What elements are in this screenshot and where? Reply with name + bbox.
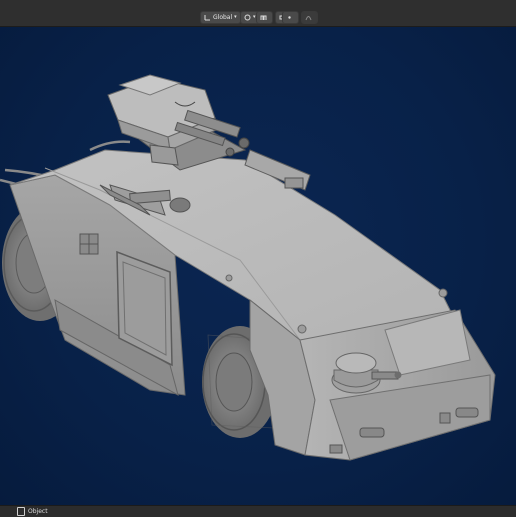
- orientation-icon: [204, 14, 211, 21]
- falloff-icon: [305, 14, 312, 21]
- status-bar: Object: [0, 505, 516, 517]
- proportional-edit-toggle[interactable]: [282, 10, 299, 24]
- transform-orientation-label: Global: [213, 13, 233, 21]
- proportional-edit-group: [282, 10, 318, 24]
- viewport-header: Global ▾ ▾ ▾: [0, 0, 516, 27]
- object-mode-label: Object: [28, 508, 48, 515]
- apc-model[interactable]: [0, 27, 516, 505]
- side-window: [79, 233, 99, 255]
- 3d-viewport[interactable]: [0, 27, 516, 505]
- snap-icon: [260, 14, 267, 21]
- object-mode-indicator[interactable]: Object: [17, 507, 48, 516]
- transform-orientation-group: Global ▾: [200, 10, 241, 24]
- falloff-dropdown[interactable]: [301, 10, 318, 24]
- chevron-down-icon: ▾: [234, 13, 237, 20]
- snap-toggle[interactable]: [256, 10, 273, 24]
- app-window: Global ▾ ▾ ▾: [0, 0, 516, 517]
- transform-orientation-dropdown[interactable]: Global ▾: [200, 10, 241, 24]
- object-mode-icon: [17, 507, 25, 516]
- proportional-edit-icon: [286, 14, 293, 21]
- pivot-icon: [244, 14, 251, 21]
